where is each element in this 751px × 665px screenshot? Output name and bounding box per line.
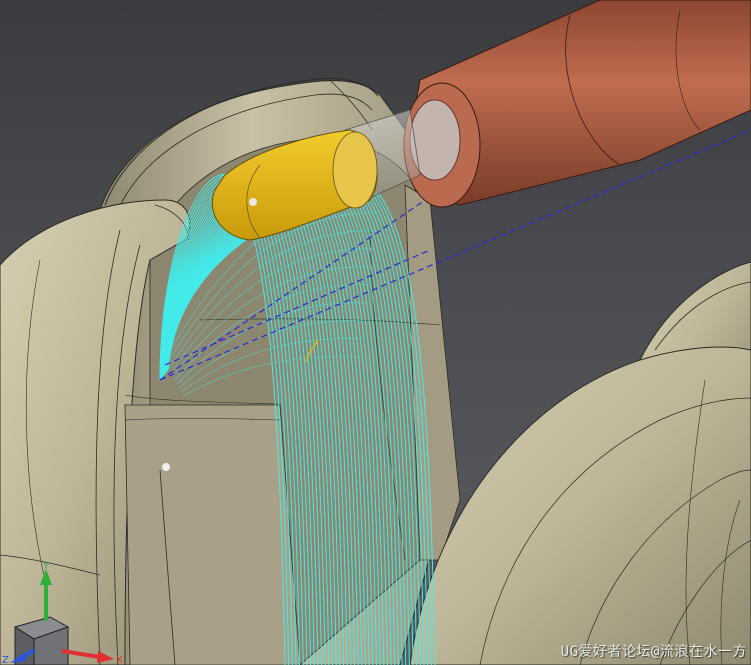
x-axis-icon: [61, 649, 114, 663]
graphics-viewport[interactable]: Y X Z UG爱好者论坛@流浪在水一方: [0, 0, 751, 665]
orientation-triad[interactable]: Y X Z: [0, 555, 130, 665]
z-axis-label: Z: [2, 655, 9, 665]
y-axis-label: Y: [42, 561, 50, 572]
x-axis-label: X: [116, 655, 123, 665]
watermark: UG爱好者论坛@流浪在水一方: [560, 644, 747, 660]
point-marker: [162, 463, 170, 471]
y-axis-icon: [40, 569, 52, 621]
